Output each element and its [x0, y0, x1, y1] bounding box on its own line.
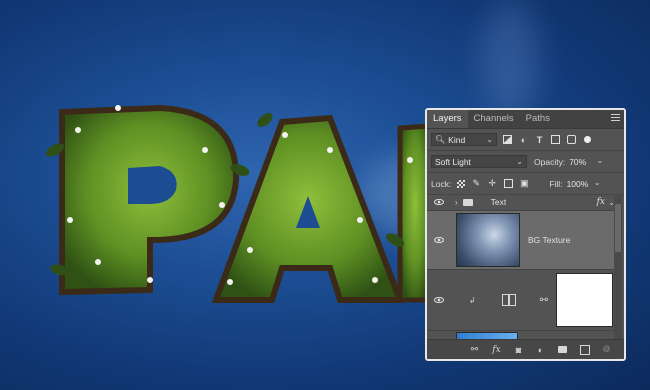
delete-layer-icon[interactable]: ♲: [601, 344, 612, 355]
new-layer-icon[interactable]: [579, 344, 590, 355]
lock-transparent-pixels-icon[interactable]: [457, 179, 466, 188]
layers-panel: Layers Channels Paths 🔍︎ Kind ⌄ ◐ T Soft…: [425, 108, 626, 361]
layer-name: Text: [490, 197, 507, 207]
layer-name: BG Texture: [528, 235, 571, 245]
fx-icon[interactable]: fx: [597, 197, 605, 207]
chevron-down-icon: ⌄: [516, 157, 523, 166]
lock-image-pixels-icon[interactable]: ✎: [471, 178, 481, 189]
visibility-eye-icon[interactable]: [431, 197, 447, 207]
tab-layers[interactable]: Layers: [427, 110, 468, 128]
tab-paths[interactable]: Paths: [520, 110, 556, 128]
type-filter-icon[interactable]: T: [534, 134, 545, 145]
shape-filter-icon[interactable]: [550, 134, 561, 145]
panel-menu-icon[interactable]: [611, 114, 620, 123]
lock-artboard-icon[interactable]: [503, 179, 513, 189]
blend-row: Soft Light ⌄ Opacity: 70% ⌄: [427, 151, 624, 173]
layers-list: › Text fx ⌄ BG Texture ↲ ⚯: [427, 194, 617, 339]
smart-object-filter-icon[interactable]: [566, 134, 577, 145]
lock-row: Lock: ✎ ✛ ▣ Fill: 100% ⌄: [427, 173, 624, 195]
group-expand-arrow-icon[interactable]: ›: [455, 198, 458, 207]
visibility-eye-icon[interactable]: [431, 235, 447, 245]
letter-a-foliage: [211, 114, 405, 303]
filter-kind-value: Kind: [448, 134, 466, 145]
gradient-layer-thumbnail: [456, 332, 518, 339]
fill-value: 100%: [566, 178, 589, 189]
chevron-down-icon: ⌄: [596, 155, 604, 165]
levels-adjustment-icon: [501, 294, 516, 306]
layer-row-bg-texture[interactable]: BG Texture: [427, 211, 617, 270]
tab-channels[interactable]: Channels: [468, 110, 520, 128]
adjustment-filter-icon[interactable]: ◐: [518, 134, 529, 145]
opacity-label: Opacity:: [534, 156, 566, 167]
fill-label: Fill:: [549, 178, 563, 189]
opacity-value: 70%: [569, 156, 587, 167]
search-icon: 🔍︎: [435, 135, 446, 144]
layer-thumbnail: [456, 213, 520, 267]
folder-icon: [462, 198, 473, 206]
layers-bottom-toolbar: ⚯ fx ◙ ◐ ♲: [427, 339, 624, 359]
visibility-eye-icon[interactable]: [431, 295, 447, 305]
add-layer-style-icon[interactable]: fx: [491, 344, 502, 355]
fill-field[interactable]: 100% ⌄: [566, 177, 601, 189]
lock-label: Lock:: [431, 178, 452, 189]
add-mask-icon[interactable]: ◙: [513, 344, 524, 355]
filter-row: 🔍︎ Kind ⌄ ◐ T: [427, 129, 624, 151]
panel-tab-bar: Layers Channels Paths: [427, 110, 624, 129]
layer-row-gradient[interactable]: [427, 331, 617, 339]
filter-toggle-icon[interactable]: [582, 134, 593, 145]
layer-mask-thumbnail[interactable]: [556, 273, 614, 327]
layer-row-adjustment[interactable]: ↲ ⚯: [427, 270, 617, 331]
scrollbar-thumb[interactable]: [615, 204, 621, 252]
new-group-icon[interactable]: [557, 344, 568, 355]
opacity-field[interactable]: 70% ⌄: [569, 155, 604, 167]
lock-all-icon[interactable]: ▣: [519, 178, 529, 189]
letter-p-foliage: [59, 104, 240, 296]
clipping-arrow-icon: ↲: [469, 295, 476, 305]
new-adjustment-layer-icon[interactable]: ◐: [535, 344, 546, 355]
blend-mode-select[interactable]: Soft Light ⌄: [431, 155, 527, 168]
lock-position-icon[interactable]: ✛: [487, 178, 497, 189]
link-layers-icon[interactable]: ⚯: [469, 344, 480, 355]
filter-kind-select[interactable]: 🔍︎ Kind ⌄: [431, 133, 497, 146]
pixel-filter-icon[interactable]: [502, 134, 513, 145]
chevron-down-icon: ⌄: [486, 135, 493, 144]
mask-link-icon[interactable]: ⚯: [540, 295, 548, 306]
layer-row-text-group[interactable]: › Text fx ⌄: [427, 194, 617, 211]
layers-scrollbar[interactable]: [614, 194, 622, 339]
blend-mode-value: Soft Light: [435, 156, 471, 167]
chevron-down-icon: ⌄: [593, 177, 601, 187]
